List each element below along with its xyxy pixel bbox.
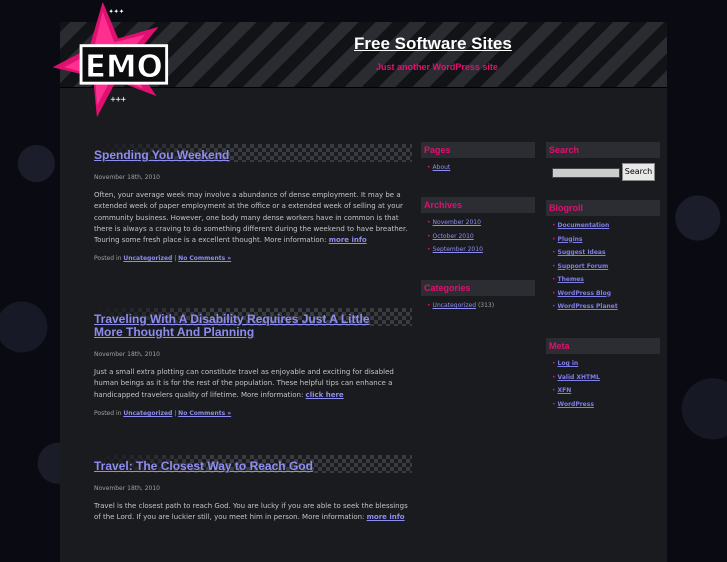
blogroll-link-support-forum[interactable]: Support Forum — [558, 263, 609, 270]
blogroll-link-wordpress-blog[interactable]: WordPress Blog — [558, 290, 611, 297]
post-body: Often, your average week may involve a a… — [94, 190, 412, 246]
post: Travel: The Closest Way to Reach God Nov… — [94, 455, 412, 524]
archives-heading: Archives — [421, 197, 535, 213]
meta-link-xfn[interactable]: XFN — [558, 387, 572, 394]
pages-heading: Pages — [421, 142, 535, 158]
search-widget: Search Search — [546, 142, 660, 184]
search-input[interactable] — [552, 168, 620, 178]
blogroll-item: • Suggest Ideas — [552, 249, 606, 256]
svg-text:+++: +++ — [110, 95, 126, 105]
category-link-uncategorized[interactable]: Uncategorized — [433, 302, 476, 309]
blogroll-item: • Plugins — [552, 235, 583, 243]
post-text: Just a small extra plotting can constitu… — [94, 368, 394, 399]
archive-link[interactable]: October 2010 — [433, 233, 474, 240]
category-link[interactable]: Uncategorized — [123, 255, 172, 262]
blogroll-link-wordpress-planet[interactable]: WordPress Planet — [558, 303, 618, 310]
post-meta: Posted in Uncategorized | No Comments » — [94, 255, 412, 262]
archives-widget: Archives • November 2010 • October 2010 • S… — [421, 197, 535, 259]
more-info-link[interactable]: more info — [329, 236, 367, 244]
posted-in-label: Posted in — [94, 255, 124, 263]
emo-logo[interactable]: EMO ✦✦✦ +++ — [40, 0, 200, 125]
blogroll-item: • Themes — [552, 276, 584, 283]
post-meta: Posted in Uncategorized | No Comments » — [94, 410, 412, 417]
post-date: November 18th, 2010 — [94, 351, 160, 358]
blogroll-item: • Documentation — [552, 222, 610, 229]
post-body: Just a small extra plotting can constitu… — [94, 367, 412, 401]
category-item: • Uncategorized (313) — [427, 302, 495, 309]
page-link-about[interactable]: About — [433, 164, 451, 171]
post-title[interactable]: Traveling With A Disability Requires Jus… — [94, 313, 394, 342]
click-here-link[interactable]: click here — [306, 391, 344, 399]
archive-item: • September 2010 — [427, 246, 483, 253]
comments-link[interactable]: No Comments » — [178, 410, 231, 417]
meta-link-wordpress[interactable]: WordPress — [558, 401, 594, 408]
post-text: Travel is the closest path to reach God.… — [94, 502, 408, 522]
more-info-link[interactable]: more info — [367, 513, 405, 521]
post-title[interactable]: Travel: The Closest Way to Reach God — [94, 460, 412, 476]
post: Spending You Weekend November 18th, 2010… — [94, 144, 412, 262]
post: Traveling With A Disability Requires Jus… — [94, 308, 412, 417]
site-description: Just another WordPress site — [376, 62, 498, 72]
search-heading: Search — [546, 142, 660, 158]
archive-item: • October 2010 — [427, 232, 474, 240]
site-title[interactable]: Free Software Sites — [354, 34, 512, 54]
meta-link-log-in[interactable]: Log in — [558, 360, 579, 367]
blogroll-item: • Support Forum — [552, 262, 609, 270]
categories-widget: Categories • Uncategorized (313) — [421, 280, 535, 315]
meta-item: • Log in — [552, 360, 579, 367]
blogroll-link-themes[interactable]: Themes — [558, 276, 584, 283]
meta-link-valid-xhtml[interactable]: Valid XHTML — [558, 374, 600, 381]
archive-link[interactable]: September 2010 — [433, 246, 483, 253]
archive-item: • November 2010 — [427, 219, 481, 226]
post-title[interactable]: Spending You Weekend — [94, 149, 412, 165]
categories-heading: Categories — [421, 280, 535, 296]
pages-widget: Pages • About — [421, 142, 535, 177]
archive-link[interactable]: November 2010 — [433, 219, 481, 226]
post-date: November 18th, 2010 — [94, 174, 160, 181]
meta-item: • Valid XHTML — [552, 373, 600, 381]
post-date: November 18th, 2010 — [94, 485, 160, 492]
blogroll-link-documentation[interactable]: Documentation — [558, 222, 610, 229]
meta-widget: Meta • Log in • Valid XHTML • XFN • WordPres… — [546, 338, 660, 413]
blogroll-item: • WordPress Planet — [552, 303, 618, 310]
meta-item: • WordPress — [552, 400, 594, 408]
blogroll-link-plugins[interactable]: Plugins — [558, 236, 583, 243]
blogroll-item: • WordPress Blog — [552, 289, 612, 297]
category-link[interactable]: Uncategorized — [123, 410, 172, 417]
blogroll-widget: Blogroll • Documentation • Plugins • Sugges… — [546, 200, 660, 316]
meta-item: • XFN — [552, 387, 572, 394]
blogroll-heading: Blogroll — [546, 200, 660, 216]
comments-link[interactable]: No Comments » — [178, 255, 231, 262]
category-count: (313) — [477, 302, 495, 309]
pages-item: • About — [427, 164, 451, 171]
posted-in-label: Posted in — [94, 409, 124, 417]
logo-text: EMO — [85, 49, 163, 85]
meta-heading: Meta — [546, 338, 660, 354]
svg-text:✦✦✦: ✦✦✦ — [108, 6, 124, 16]
search-button[interactable]: Search — [622, 163, 655, 181]
blogroll-link-suggest-ideas[interactable]: Suggest Ideas — [558, 249, 606, 256]
post-body: Travel is the closest path to reach God.… — [94, 501, 412, 524]
